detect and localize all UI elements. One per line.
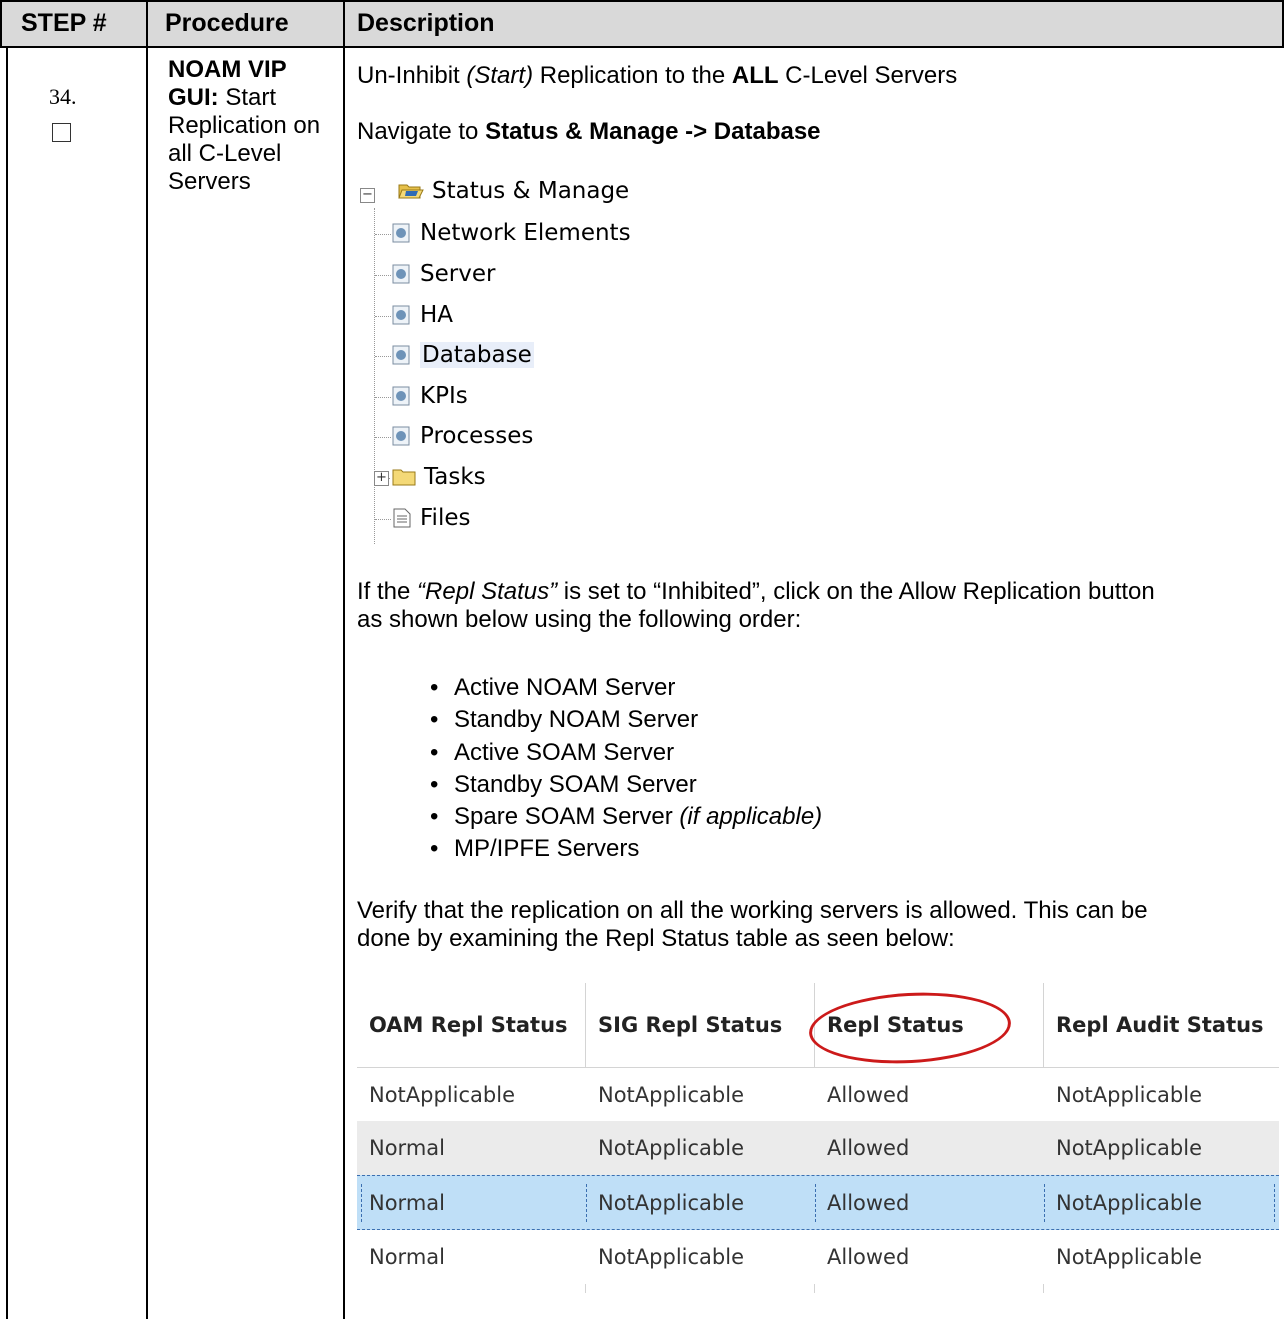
server-order-list: Active NOAM Server Standby NOAM Server A… — [430, 672, 822, 866]
list-item: Standby SOAM Server — [430, 769, 822, 802]
collapse-icon[interactable]: − — [360, 188, 375, 203]
repl-status-table: OAM Repl Status SIG Repl Status Repl Sta… — [357, 983, 1279, 1293]
tree-item-files[interactable]: Files — [392, 505, 470, 531]
table-row-selected[interactable]: Normal NotApplicable Allowed NotApplicab… — [357, 1175, 1279, 1230]
step-number: 34. — [49, 84, 77, 109]
tree-item-status-manage[interactable]: Status & Manage — [398, 178, 629, 204]
tree-item-server[interactable]: Server — [392, 261, 495, 287]
page-icon — [392, 223, 410, 243]
page-icon — [392, 426, 410, 446]
tree-item-tasks[interactable]: Tasks — [392, 464, 486, 490]
verify-line-2: done by examining the Repl Status table … — [357, 925, 955, 952]
tree-item-ha[interactable]: HA — [392, 302, 453, 328]
step-checkbox[interactable] — [52, 123, 71, 142]
description-line-1: Un-Inhibit (Start) Replication to the AL… — [357, 62, 958, 89]
page-icon — [392, 264, 410, 284]
procedure-text: NOAM VIP GUI: Start Replication on all C… — [168, 56, 338, 196]
folder-icon — [392, 469, 416, 486]
column-header[interactable]: SIG Repl Status — [586, 983, 814, 1067]
list-item: Active NOAM Server — [430, 672, 822, 705]
table-row[interactable]: Normal NotApplicable Allowed NotApplicab… — [357, 1121, 1279, 1175]
expand-icon[interactable]: + — [374, 471, 389, 486]
instruction-line-1: If the “Repl Status” is set to “Inhibite… — [357, 578, 1155, 605]
tree-item-kpis[interactable]: KPIs — [392, 383, 468, 409]
page-icon — [392, 305, 410, 325]
column-header[interactable]: Repl Audit Status — [1044, 983, 1279, 1067]
page-icon — [392, 345, 410, 365]
open-folder-icon — [398, 184, 424, 199]
table-row[interactable]: NotApplicable NotApplicable Allowed NotA… — [357, 1068, 1279, 1121]
page-icon — [392, 386, 410, 406]
list-item: Spare SOAM Server (if applicable) — [430, 801, 822, 834]
list-item: Active SOAM Server — [430, 737, 822, 770]
description-line-2: Navigate to Status & Manage -> Database — [357, 118, 821, 145]
tree-item-database[interactable]: Database — [392, 342, 534, 368]
tree-item-network-elements[interactable]: Network Elements — [392, 220, 631, 246]
verify-line-1: Verify that the replication on all the w… — [357, 897, 1148, 924]
file-icon — [393, 508, 411, 528]
table-row[interactable]: Normal NotApplicable Allowed NotApplicab… — [357, 1230, 1279, 1284]
tree-item-processes[interactable]: Processes — [392, 423, 533, 449]
instruction-line-2: as shown below using the following order… — [357, 606, 802, 633]
list-item: Standby NOAM Server — [430, 704, 822, 737]
column-header[interactable]: OAM Repl Status — [357, 983, 585, 1067]
list-item: MP/IPFE Servers — [430, 833, 822, 866]
